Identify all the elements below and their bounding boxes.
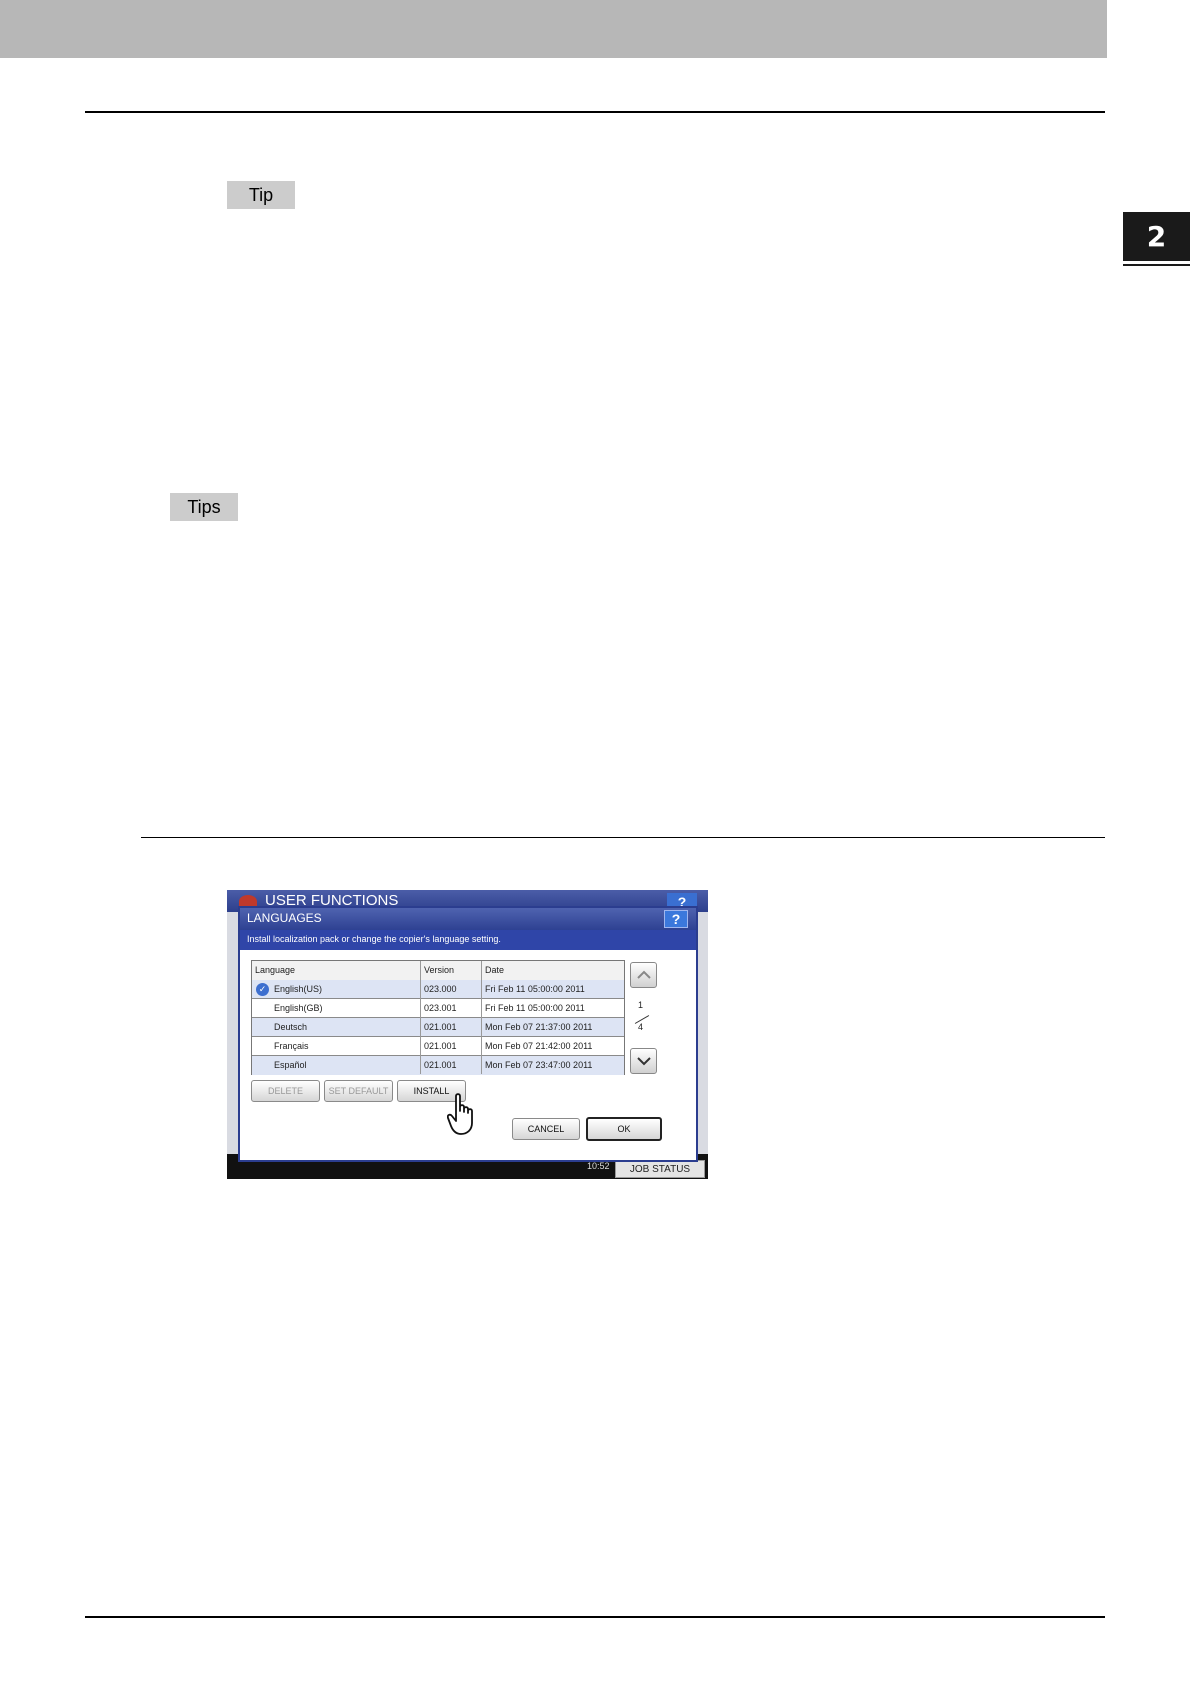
language-table: Language Version Date ✓ English(US) 023.… <box>251 960 625 1075</box>
row-date: Mon Feb 07 21:42:00 2011 <box>485 1041 593 1051</box>
column-header-version: Version <box>424 965 455 975</box>
row-language: Deutsch <box>274 1022 308 1032</box>
row-date: Mon Feb 07 21:37:00 2011 <box>485 1022 593 1032</box>
chapter-tab: 2 <box>1123 212 1190 261</box>
row-language: Français <box>274 1041 309 1051</box>
table-row[interactable]: English(GB) 023.001 Fri Feb 11 05:00:00 … <box>252 999 624 1018</box>
page-header-band <box>0 0 1107 58</box>
table-row[interactable]: Deutsch 021.001 Mon Feb 07 21:37:00 2011 <box>252 1018 624 1037</box>
section-rule <box>141 837 1105 838</box>
job-status-button[interactable]: JOB STATUS <box>615 1160 705 1178</box>
table-row[interactable]: Français 021.001 Mon Feb 07 21:42:00 201… <box>252 1037 624 1056</box>
row-date: Mon Feb 07 23:47:00 2011 <box>485 1060 593 1070</box>
chapter-number: 2 <box>1146 220 1167 253</box>
row-language: English(US) <box>274 984 323 994</box>
page-total: 4 <box>638 1022 644 1032</box>
cancel-button[interactable]: CANCEL <box>512 1118 580 1140</box>
column-header-language: Language <box>255 965 296 975</box>
pointing-hand-icon <box>447 1093 473 1135</box>
languages-screenshot: USER FUNCTIONS ? 10:52 JOB STATUS LANGUA… <box>227 890 708 1179</box>
row-version: 021.001 <box>424 1041 457 1051</box>
page-current: 1 <box>638 1000 644 1010</box>
footer-clock: 10:52 <box>587 1161 610 1171</box>
row-language: English(GB) <box>274 1003 323 1013</box>
tip-label: Tip <box>227 181 295 209</box>
dialog-help-button[interactable]: ? <box>664 910 688 928</box>
row-version: 023.000 <box>424 984 457 994</box>
column-divider <box>420 961 421 1074</box>
scroll-down-button[interactable] <box>630 1048 657 1074</box>
column-divider <box>481 961 482 1074</box>
column-header-date: Date <box>485 965 505 975</box>
set-default-button[interactable]: SET DEFAULT <box>324 1080 393 1102</box>
row-date: Fri Feb 11 05:00:00 2011 <box>485 984 585 994</box>
row-version: 021.001 <box>424 1022 457 1032</box>
header-rule <box>85 111 1105 113</box>
ok-button[interactable]: OK <box>586 1117 662 1141</box>
dialog-title: LANGUAGES <box>247 911 322 925</box>
chevron-down-icon <box>636 1057 651 1066</box>
row-language: Español <box>274 1060 307 1070</box>
tips-label: Tips <box>170 493 238 521</box>
delete-button[interactable]: DELETE <box>251 1080 320 1102</box>
languages-dialog: LANGUAGES ? Install localization pack or… <box>238 906 698 1162</box>
row-version: 021.001 <box>424 1060 457 1070</box>
footer-rule <box>85 1616 1105 1618</box>
table-row[interactable]: Español 021.001 Mon Feb 07 23:47:00 2011 <box>252 1056 624 1075</box>
check-icon: ✓ <box>256 983 269 996</box>
chapter-tab-underline <box>1123 264 1190 266</box>
row-version: 023.001 <box>424 1003 457 1013</box>
scroll-up-button[interactable] <box>630 962 657 988</box>
table-row[interactable]: ✓ English(US) 023.000 Fri Feb 11 05:00:0… <box>252 980 624 999</box>
chevron-up-icon <box>636 970 651 979</box>
dialog-message: Install localization pack or change the … <box>247 934 501 944</box>
row-date: Fri Feb 11 05:00:00 2011 <box>485 1003 585 1013</box>
